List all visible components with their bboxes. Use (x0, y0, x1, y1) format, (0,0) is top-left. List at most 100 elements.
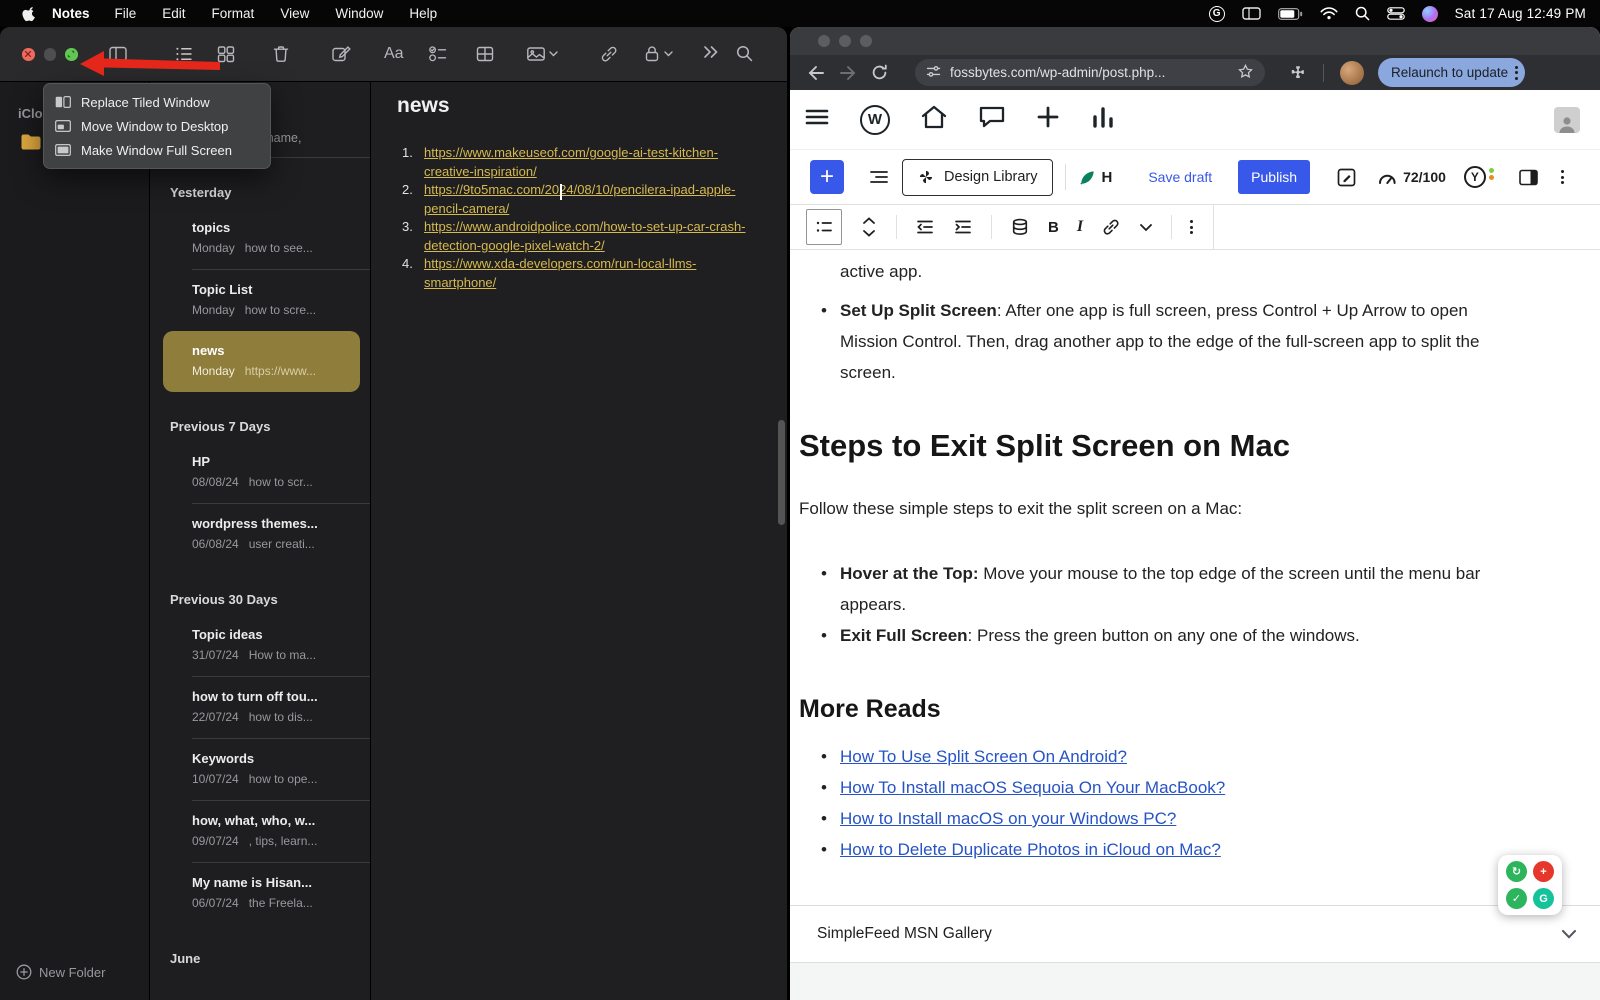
home-icon[interactable] (920, 104, 948, 135)
meta-box-simplefeed[interactable]: SimpleFeed MSN Gallery (790, 905, 1600, 963)
read-link[interactable]: How to Install macOS on your Windows PC? (840, 809, 1176, 828)
search-icon[interactable] (735, 44, 754, 63)
seo-score[interactable]: 72/100 (1377, 169, 1446, 186)
post-content[interactable]: active app. Set Up Split Screen: After o… (790, 250, 1600, 905)
note-list-item[interactable]: topics Mondayhow to see... (150, 208, 370, 269)
scrollbar-thumb[interactable] (778, 420, 785, 525)
menu-item-replace-tiled-window[interactable]: Replace Tiled Window (44, 90, 270, 114)
app-menu-notes[interactable]: Notes (52, 6, 90, 21)
wordpress-logo[interactable]: W (860, 105, 890, 135)
block-type-button[interactable] (806, 209, 842, 245)
note-list-item[interactable]: HP 08/08/24how to scr... (150, 442, 370, 503)
stack-icon[interactable] (1010, 217, 1030, 237)
apple-menu-icon[interactable] (22, 6, 36, 22)
chevron-down-icon[interactable] (1562, 930, 1576, 939)
control-center-icon[interactable] (1387, 7, 1405, 20)
battery-icon[interactable] (1278, 8, 1303, 20)
grammarly-icon[interactable]: G (1533, 888, 1554, 909)
spotlight-icon[interactable] (1355, 6, 1370, 21)
settings-sidebar-toggle-icon[interactable] (1518, 168, 1539, 187)
note-link[interactable]: https://9to5mac.com/2024/08/10/pencilera… (424, 182, 735, 216)
profile-avatar[interactable] (1554, 107, 1580, 133)
bookmark-star-icon[interactable] (1237, 63, 1254, 83)
lock-icon[interactable] (643, 44, 673, 64)
url-text[interactable]: fossbytes.com/wp-admin/post.php... (950, 65, 1228, 80)
address-bar[interactable]: fossbytes.com/wp-admin/post.php... (915, 59, 1265, 86)
note-list-item[interactable]: Topic ideas 31/07/24How to ma... (150, 615, 370, 676)
menu-file[interactable]: File (115, 6, 137, 21)
media-icon[interactable] (526, 44, 558, 64)
new-folder-button[interactable]: New Folder (16, 964, 105, 980)
note-list-item[interactable]: wordpress themes... 06/08/24user creati.… (150, 504, 370, 565)
menu-format[interactable]: Format (212, 6, 255, 21)
indent-icon[interactable] (953, 217, 973, 237)
editor-options-icon[interactable] (1561, 170, 1564, 184)
menu-view[interactable]: View (280, 6, 309, 21)
note-list-item[interactable]: how to turn off tou... 22/07/24how to di… (150, 677, 370, 738)
table-icon[interactable] (475, 44, 495, 64)
site-settings-icon[interactable] (926, 65, 941, 81)
yoast-seo-button[interactable]: Y (1464, 166, 1494, 188)
note-editor[interactable]: news https://www.makeuseof.com/google-ai… (371, 82, 787, 1000)
ext-icon-red[interactable]: + (1533, 861, 1554, 882)
read-link[interactable]: How To Install macOS Sequoia On Your Mac… (840, 778, 1225, 797)
menu-help[interactable]: Help (409, 6, 437, 21)
siri-icon[interactable] (1422, 6, 1438, 22)
menu-window[interactable]: Window (335, 6, 383, 21)
format-icon[interactable]: Aa (384, 45, 404, 63)
back-icon[interactable] (806, 63, 826, 83)
menu-icon[interactable] (804, 104, 830, 135)
menubar-clock[interactable]: Sat 17 Aug 12:49 PM (1455, 6, 1586, 21)
link-icon[interactable] (599, 44, 619, 64)
note-list-item[interactable]: Keywords 10/07/24how to ope... (150, 739, 370, 800)
outdent-icon[interactable] (915, 217, 935, 237)
zoom-button-inactive[interactable] (860, 35, 872, 47)
extensions-icon[interactable] (1289, 64, 1307, 82)
close-button-inactive[interactable] (818, 35, 830, 47)
publish-button[interactable]: Publish (1238, 160, 1310, 194)
relaunch-to-update-button[interactable]: Relaunch to update (1378, 58, 1525, 87)
block-inserter-button[interactable]: + (810, 160, 844, 194)
stats-icon[interactable] (1090, 105, 1116, 134)
block-options-icon[interactable] (1190, 220, 1193, 234)
minimize-button[interactable] (44, 48, 57, 61)
note-link[interactable]: https://www.androidpolice.com/how-to-set… (424, 219, 746, 253)
comments-icon[interactable] (978, 104, 1006, 135)
close-button[interactable] (22, 48, 35, 61)
document-overview-icon[interactable] (868, 167, 890, 187)
note-link[interactable]: https://www.xda-developers.com/run-local… (424, 256, 696, 290)
italic-icon[interactable]: I (1077, 218, 1083, 236)
display-icon[interactable] (1242, 7, 1261, 20)
menu-edit[interactable]: Edit (162, 6, 185, 21)
browser-profile-avatar[interactable] (1340, 61, 1364, 85)
new-post-icon[interactable] (1036, 105, 1060, 134)
note-list-item[interactable]: Topic List Mondayhow to scre... (150, 270, 370, 331)
browser-menu-icon[interactable] (1515, 66, 1518, 80)
headline-analyzer-button[interactable]: H (1078, 168, 1113, 187)
bold-icon[interactable]: B (1048, 219, 1059, 236)
delete-note-icon[interactable] (271, 44, 291, 64)
link-icon[interactable] (1101, 217, 1121, 237)
wifi-icon[interactable] (1320, 7, 1338, 20)
note-list-item-selected[interactable]: news Mondayhttps://www... (163, 331, 360, 392)
read-link[interactable]: How To Use Split Screen On Android? (840, 747, 1127, 766)
design-library-button[interactable]: Design Library (902, 159, 1053, 196)
note-link[interactable]: https://www.makeuseof.com/google-ai-test… (424, 145, 718, 179)
grammarly-menubar-icon[interactable]: G (1209, 6, 1225, 22)
ext-icon-green-1[interactable]: ↻ (1506, 861, 1527, 882)
forward-icon[interactable] (838, 63, 858, 83)
edit-mode-icon[interactable] (1336, 167, 1357, 188)
minimize-button-inactive[interactable] (839, 35, 851, 47)
more-formats-icon[interactable] (1139, 223, 1153, 232)
read-link[interactable]: How to Delete Duplicate Photos in iCloud… (840, 840, 1221, 859)
block-mover-buttons[interactable] (860, 215, 878, 239)
ext-icon-green-2[interactable]: ✓ (1506, 888, 1527, 909)
compose-note-icon[interactable] (331, 44, 352, 64)
checklist-icon[interactable] (428, 44, 448, 64)
note-list-item[interactable]: how, what, who, w... 09/07/24, tips, lea… (150, 801, 370, 862)
save-draft-button[interactable]: Save draft (1148, 169, 1212, 185)
reload-icon[interactable] (870, 63, 889, 82)
note-list-item[interactable]: My name is Hisan... 06/07/24the Freela..… (150, 863, 370, 924)
menu-item-make-window-full-screen[interactable]: Make Window Full Screen (44, 138, 270, 162)
menu-item-move-window-to-desktop[interactable]: Move Window to Desktop (44, 114, 270, 138)
